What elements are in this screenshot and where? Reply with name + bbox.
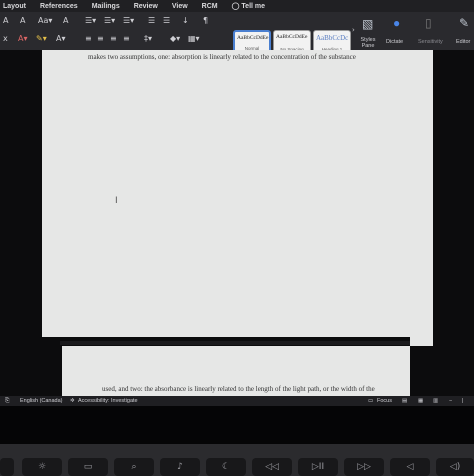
microphone-icon[interactable]: ● bbox=[393, 16, 400, 30]
tell-me-label: Tell me bbox=[241, 3, 266, 10]
accessibility-status[interactable]: Accessibility: Investigate bbox=[78, 398, 138, 404]
menu-references[interactable]: References bbox=[40, 3, 78, 10]
decrease-indent-icon[interactable]: ☰ bbox=[148, 16, 155, 25]
search-icon: ⌕ bbox=[114, 458, 154, 476]
menu-review[interactable]: Review bbox=[134, 3, 158, 10]
ribbon-toolbar: A A Aa▾ A ☰▾ ☰▾ ☰▾ ☰ ☰ ↓ ¶ x A▾ ✎▾ A▾ ≡ … bbox=[0, 12, 474, 55]
mute-icon: ◁ bbox=[390, 458, 430, 476]
align-right-icon[interactable]: ≡ bbox=[110, 34, 117, 43]
dictate-label[interactable]: Dictate bbox=[386, 39, 403, 45]
text-effects-icon[interactable]: A▾ bbox=[18, 34, 28, 43]
styles-pane-label[interactable]: Styles Pane bbox=[356, 37, 380, 49]
editor-label[interactable]: Editor bbox=[456, 39, 470, 45]
page-edge bbox=[410, 337, 433, 346]
language-indicator[interactable]: English (Canada) bbox=[20, 398, 63, 404]
menu-mailings[interactable]: Mailings bbox=[92, 3, 120, 10]
menu-bar: Layout References Mailings Review View R… bbox=[0, 0, 474, 12]
font-size-down-icon[interactable]: A bbox=[3, 16, 8, 25]
sensitivity-icon[interactable]: ▯ bbox=[425, 16, 432, 30]
volume-down-icon: ◁) bbox=[436, 458, 474, 476]
superscript-icon[interactable]: x bbox=[3, 34, 8, 43]
shading-icon[interactable]: ◆▾ bbox=[170, 34, 180, 43]
view-print-icon[interactable]: ▦ bbox=[418, 398, 423, 404]
bullets-icon[interactable]: ☰▾ bbox=[85, 16, 96, 25]
line-spacing-icon[interactable]: ‡▾ bbox=[144, 34, 152, 43]
borders-icon[interactable]: ▦▾ bbox=[188, 34, 200, 43]
key-edge bbox=[0, 458, 14, 476]
zoom-slider[interactable]: | bbox=[462, 398, 463, 404]
align-left-icon[interactable]: ≡ bbox=[85, 34, 92, 43]
zoom-out-icon[interactable]: − bbox=[449, 398, 452, 404]
clear-formatting-icon[interactable]: A bbox=[63, 16, 68, 25]
pilcrow-icon[interactable]: ¶ bbox=[203, 16, 208, 25]
increase-indent-icon[interactable]: ☰ bbox=[163, 16, 170, 25]
lightbulb-icon: ◯ bbox=[231, 3, 240, 10]
dictation-key-icon: ♪ bbox=[160, 458, 200, 476]
justify-icon[interactable]: ≡ bbox=[123, 34, 130, 43]
rewind-icon: ◁◁ bbox=[252, 458, 292, 476]
sort-icon[interactable]: ↓ bbox=[182, 16, 189, 25]
document-line-1[interactable]: makes two assumptions, one: absorption i… bbox=[88, 53, 356, 61]
play-pause-icon: ▷II bbox=[298, 458, 338, 476]
numbering-icon[interactable]: ☰▾ bbox=[104, 16, 115, 25]
menu-tell-me[interactable]: ◯ Tell me bbox=[232, 2, 265, 10]
font-color-icon[interactable]: A▾ bbox=[56, 34, 66, 43]
menu-rcm[interactable]: RCM bbox=[202, 3, 218, 10]
multilevel-list-icon[interactable]: ☰▾ bbox=[123, 16, 134, 25]
sensitivity-label[interactable]: Sensitivity bbox=[418, 39, 443, 45]
fast-forward-icon: ▷▷ bbox=[344, 458, 384, 476]
font-size-up-icon[interactable]: A bbox=[20, 16, 25, 25]
align-center-icon[interactable]: ≡ bbox=[97, 34, 104, 43]
proofing-icon[interactable]: ⎘ bbox=[5, 398, 9, 405]
menu-layout[interactable]: Layout bbox=[3, 3, 26, 10]
focus-label[interactable]: Focus bbox=[377, 398, 392, 404]
menu-view[interactable]: View bbox=[172, 3, 188, 10]
document-page-1[interactable] bbox=[42, 50, 433, 337]
view-read-icon[interactable]: ▤ bbox=[402, 398, 407, 404]
status-bar: ⎘ English (Canada) ✲ Accessibility: Inve… bbox=[0, 396, 474, 406]
focus-icon[interactable]: ▭ bbox=[368, 398, 373, 404]
view-web-icon[interactable]: ▥ bbox=[433, 398, 438, 404]
brightness-down-icon: ☼ bbox=[22, 458, 62, 476]
change-case-icon[interactable]: Aa▾ bbox=[38, 16, 52, 25]
page-separator bbox=[60, 341, 410, 345]
mission-control-icon: ▭ bbox=[68, 458, 108, 476]
highlight-icon[interactable]: ✎▾ bbox=[36, 34, 47, 43]
accessibility-icon[interactable]: ✲ bbox=[70, 398, 75, 404]
document-line-2[interactable]: used, and two: the absorbance is linearl… bbox=[102, 385, 375, 393]
laptop-bezel bbox=[0, 406, 474, 444]
moon-icon: ☾ bbox=[206, 458, 246, 476]
text-cursor-icon: I bbox=[115, 196, 118, 206]
styles-pane-icon[interactable]: ▧ bbox=[362, 17, 373, 31]
editor-icon[interactable]: ✎ bbox=[459, 16, 469, 30]
styles-gallery-expand-icon[interactable]: › bbox=[352, 26, 355, 34]
